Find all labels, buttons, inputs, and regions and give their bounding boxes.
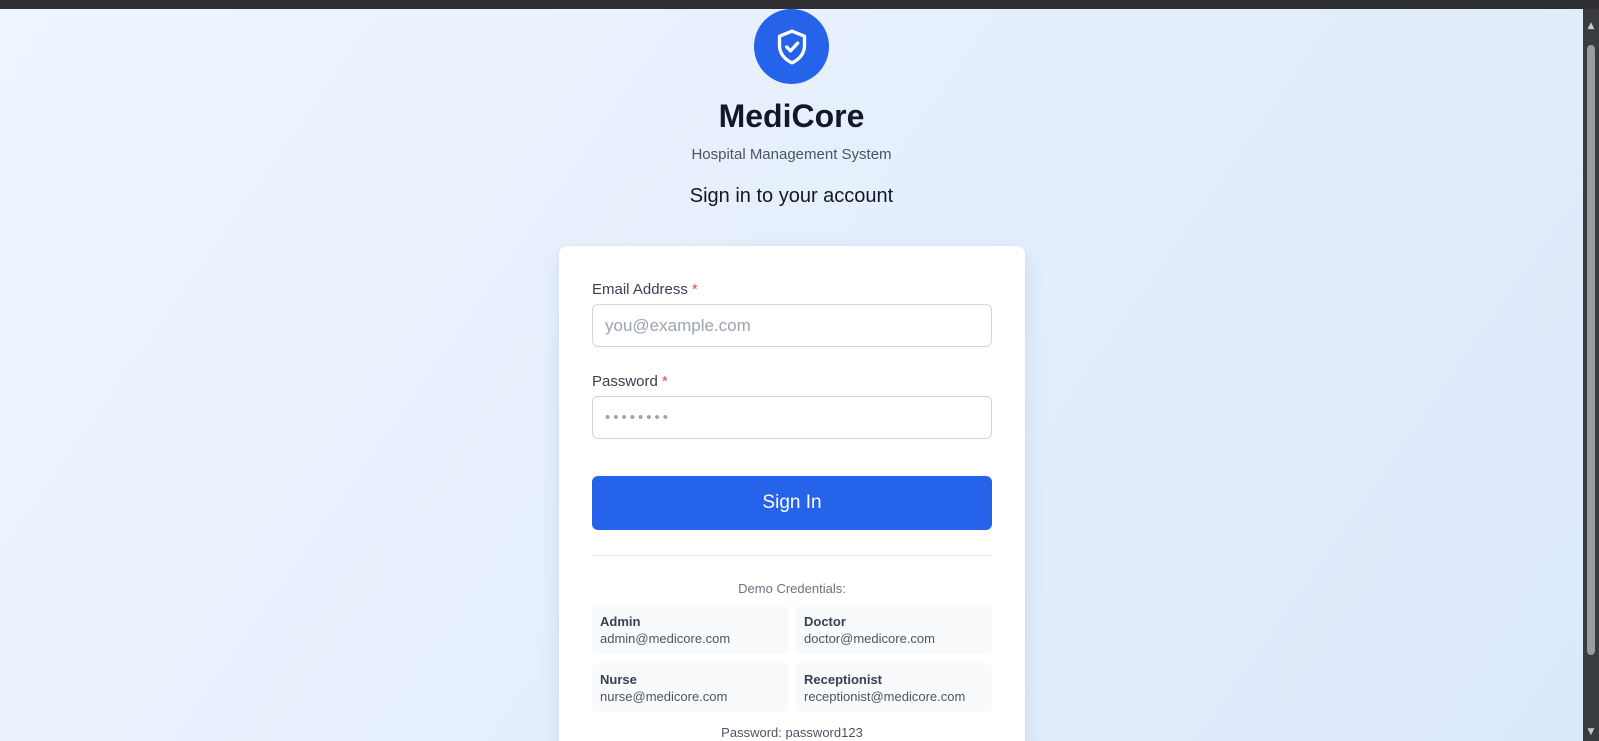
- scroll-up-icon[interactable]: ▲: [1583, 19, 1599, 33]
- credential-nurse: Nurse nurse@medicore.com: [592, 663, 788, 712]
- brand-name: MediCore: [718, 98, 865, 134]
- credential-role: Doctor: [804, 614, 846, 629]
- login-page: MediCore Hospital Management System Sign…: [0, 9, 1583, 741]
- email-input[interactable]: [592, 304, 992, 347]
- password-label: Password *: [592, 373, 668, 390]
- required-marker: *: [691, 281, 698, 298]
- credential-role: Receptionist: [804, 672, 883, 687]
- email-label: Email Address *: [592, 281, 698, 298]
- demo-password-note: Password: password123: [721, 725, 863, 740]
- demo-credentials-title: Demo Credentials:: [738, 581, 846, 596]
- divider: [592, 555, 992, 556]
- required-marker: *: [661, 373, 668, 390]
- email-label-text: Email Address: [592, 281, 688, 298]
- scrollbar-thumb[interactable]: [1587, 45, 1595, 655]
- browser-top-bar: [0, 0, 1599, 9]
- logo-badge: [754, 9, 829, 84]
- credential-role: Admin: [600, 614, 641, 629]
- shield-check-icon: [777, 29, 806, 64]
- credential-doctor: Doctor doctor@medicore.com: [796, 605, 992, 654]
- credential-receptionist: Receptionist receptionist@medicore.com: [796, 663, 992, 712]
- login-card: Email Address* Password* Sign In Demo Cr…: [559, 246, 1025, 741]
- credential-admin: Admin admin@medicore.com: [592, 605, 788, 654]
- page-scrollbar[interactable]: ▲ ▼: [1583, 9, 1599, 741]
- credential-email: nurse@medicore.com: [600, 689, 728, 704]
- credential-role: Nurse: [600, 672, 637, 687]
- password-input[interactable]: [592, 396, 992, 439]
- scroll-down-icon[interactable]: ▼: [1583, 725, 1599, 739]
- credential-email: receptionist@medicore.com: [804, 689, 966, 704]
- sign-in-button[interactable]: Sign In: [592, 476, 992, 530]
- credential-email: admin@medicore.com: [600, 631, 731, 646]
- brand-subtitle: Hospital Management System: [691, 146, 892, 163]
- signin-heading: Sign in to your account: [689, 185, 894, 207]
- credential-email: doctor@medicore.com: [804, 631, 935, 646]
- password-label-text: Password: [592, 373, 658, 390]
